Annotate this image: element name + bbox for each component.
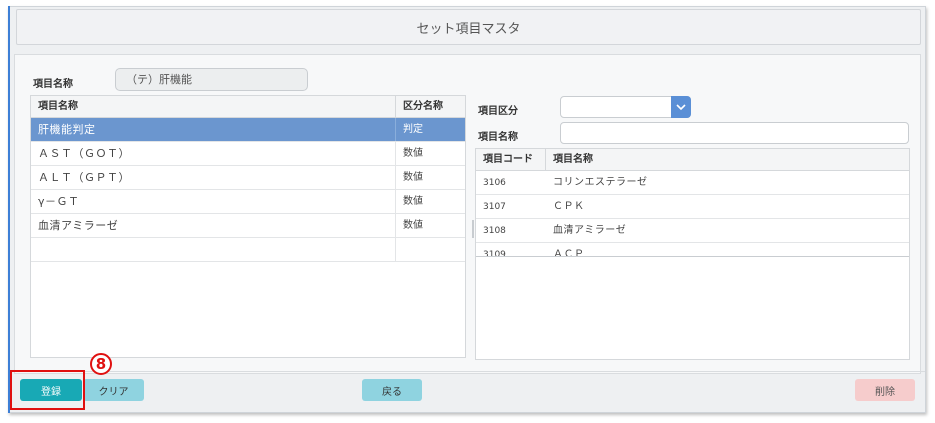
delete-button[interactable]: 削除 (855, 379, 915, 401)
column-header-item-name[interactable]: 項目名称 (31, 96, 396, 117)
column-header-item-code[interactable]: 項目コード (476, 149, 546, 170)
window-title: セット項目マスタ (16, 9, 921, 45)
table-row[interactable]: γ－ＧＴ 数値 (31, 190, 465, 214)
row-item-code: 3106 (483, 178, 506, 188)
table-row[interactable]: 3109 ＡＣＰ (476, 243, 909, 257)
row-item-code: 3109 (483, 250, 506, 257)
row-item-name: 血清アミラーゼ (553, 225, 627, 236)
annotation-number-badge: 8 (90, 353, 112, 375)
table-header: 項目コード 項目名称 (476, 149, 909, 171)
column-header-item-name[interactable]: 項目名称 (546, 149, 909, 170)
kubun-label: 項目区分 (478, 106, 518, 117)
row-kubun: 判定 (403, 124, 423, 135)
row-item-name: ＡＳＴ（ＧＯＴ） (31, 142, 396, 165)
row-item-code: 3108 (483, 226, 506, 236)
chevron-down-icon[interactable] (671, 96, 691, 118)
annotation-highlight-box (10, 370, 85, 410)
item-master-table: 項目コード 項目名称 3106 コリンエステラーゼ 3107 ＣＰＫ 3108 … (475, 148, 910, 360)
row-kubun (396, 238, 465, 261)
table-body: 3106 コリンエステラーゼ 3107 ＣＰＫ 3108 血清アミラーゼ 310… (476, 171, 909, 257)
row-item-name: γ－ＧＴ (31, 190, 396, 213)
row-item-name: ＡＬＴ（ＧＰＴ） (31, 166, 396, 189)
table-row[interactable]: ＡＬＴ（ＧＰＴ） 数値 (31, 166, 465, 190)
set-items-table: 項目名称 区分名称 肝機能判定 判定 ＡＳＴ（ＧＯＴ） 数値 ＡＬＴ（ＧＰＴ） … (30, 95, 466, 358)
back-button[interactable]: 戻る (362, 379, 422, 401)
kubun-select[interactable] (560, 96, 691, 118)
row-kubun: 数値 (403, 148, 423, 159)
row-item-name: コリンエステラーゼ (553, 177, 648, 188)
item-name-field[interactable]: （テ）肝機能 (115, 68, 308, 91)
search-name-input[interactable] (560, 122, 909, 144)
row-item-name: 肝機能判定 (31, 118, 396, 141)
window-content: セット項目マスタ 項目名称 （テ）肝機能 項目名称 区分名称 肝機能判定 判定 … (8, 6, 926, 374)
table-row[interactable]: 3106 コリンエステラーゼ (476, 171, 909, 195)
table-row[interactable]: 3107 ＣＰＫ (476, 195, 909, 219)
row-item-name: ＣＰＫ (553, 201, 585, 212)
table-row[interactable]: 血清アミラーゼ 数値 (31, 214, 465, 238)
pane-splitter-handle[interactable] (472, 220, 474, 238)
item-name-label: 項目名称 (33, 79, 73, 90)
table-row-empty[interactable] (31, 238, 465, 262)
row-kubun: 数値 (403, 172, 423, 183)
main-panel: 項目名称 （テ）肝機能 項目名称 区分名称 肝機能判定 判定 ＡＳＴ（ＧＯＴ） … (14, 54, 921, 374)
row-kubun: 数値 (403, 196, 423, 207)
footer-divider (10, 371, 925, 372)
row-item-code: 3107 (483, 202, 506, 212)
table-row[interactable]: 3108 血清アミラーゼ (476, 219, 909, 243)
row-item-name: ＡＣＰ (553, 249, 585, 257)
table-header: 項目名称 区分名称 (31, 96, 465, 118)
row-kubun: 数値 (403, 220, 423, 231)
row-item-name: 血清アミラーゼ (31, 214, 396, 237)
table-row[interactable]: 肝機能判定 判定 (31, 118, 465, 142)
row-item-name (31, 238, 396, 261)
search-name-label: 項目名称 (478, 132, 518, 143)
clear-button[interactable]: クリア (83, 379, 144, 401)
column-header-kubun[interactable]: 区分名称 (396, 96, 465, 117)
table-row[interactable]: ＡＳＴ（ＧＯＴ） 数値 (31, 142, 465, 166)
